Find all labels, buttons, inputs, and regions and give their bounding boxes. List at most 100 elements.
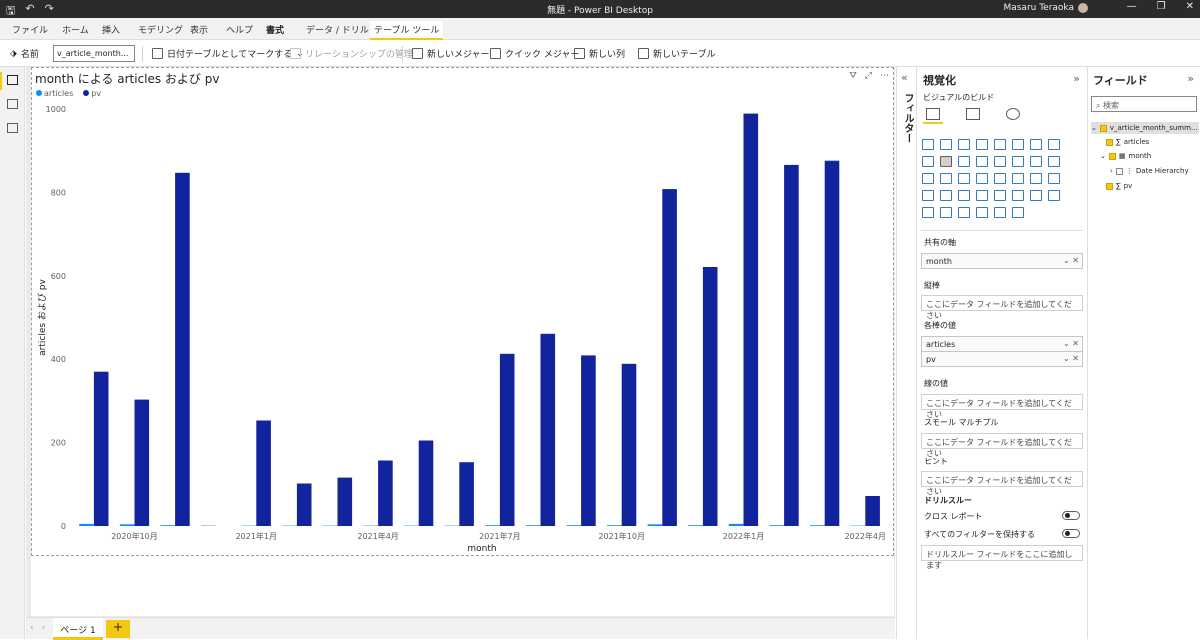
visual-type-icon[interactable]: [1012, 190, 1024, 201]
report-view-icon[interactable]: [7, 75, 18, 85]
visual-type-icon[interactable]: [1048, 190, 1060, 201]
tab-help[interactable]: ヘルプ: [226, 23, 253, 36]
field-articles[interactable]: ∑ articles: [1106, 138, 1149, 146]
tab-table-tools[interactable]: テーブル ツール: [370, 21, 443, 40]
build-visual-tab[interactable]: [923, 106, 943, 124]
model-view-icon[interactable]: [7, 123, 18, 133]
tab-file[interactable]: ファイル: [12, 23, 48, 36]
tab-view[interactable]: 表示: [190, 23, 208, 36]
prev-page-icon[interactable]: ‹: [30, 623, 34, 633]
line-values-drop[interactable]: ここにデータ フィールドを追加してください: [921, 394, 1083, 410]
small-multiples-drop[interactable]: ここにデータ フィールドを追加してください: [921, 433, 1083, 449]
visual-type-icon[interactable]: [940, 156, 952, 167]
visual-type-icon[interactable]: [922, 190, 934, 201]
y-well-pv[interactable]: pv⌄ ✕: [921, 351, 1083, 367]
tab-insert[interactable]: 挿入: [102, 23, 120, 36]
visual-type-icon[interactable]: [976, 156, 988, 167]
visual-type-icon[interactable]: [1030, 139, 1042, 150]
visual-type-icon[interactable]: [940, 139, 952, 150]
visual-type-icon[interactable]: [976, 139, 988, 150]
table-name-input[interactable]: v_article_month...: [53, 45, 135, 62]
clustered-column-chart[interactable]: month による articles および pv ⛛ ⤢ ⋯ articles…: [31, 67, 894, 556]
visual-type-icon[interactable]: [940, 207, 952, 218]
visual-type-icon[interactable]: [922, 156, 934, 167]
visual-type-icon[interactable]: [940, 190, 952, 201]
visual-type-icon[interactable]: [976, 173, 988, 184]
visual-type-icon[interactable]: [994, 139, 1006, 150]
visual-type-icon[interactable]: [922, 139, 934, 150]
bar-articles: [485, 525, 500, 526]
collapse-chevron-icon[interactable]: »: [1073, 72, 1080, 85]
mark-date-table-button[interactable]: 日付テーブルとしてマークする ⌄: [152, 47, 304, 60]
visual-type-icon[interactable]: [958, 190, 970, 201]
visual-type-icon[interactable]: [976, 207, 988, 218]
fields-search-input[interactable]: ⌕ 検索: [1091, 96, 1197, 112]
add-page-button[interactable]: +: [106, 620, 130, 638]
visual-type-icon[interactable]: [1012, 139, 1024, 150]
visual-type-icon[interactable]: [1048, 173, 1060, 184]
format-visual-tab[interactable]: [963, 106, 983, 124]
new-measure-button[interactable]: 新しいメジャー: [412, 47, 490, 60]
collapse-chevron-icon[interactable]: »: [1187, 72, 1194, 85]
visual-type-icon[interactable]: [940, 173, 952, 184]
y-well-articles[interactable]: articles⌄ ✕: [921, 336, 1083, 352]
analytics-tab[interactable]: [1003, 106, 1023, 124]
remove-field-icon[interactable]: ⌄ ✕: [1063, 354, 1079, 363]
next-page-icon[interactable]: ›: [42, 623, 46, 633]
visual-type-icon[interactable]: [922, 173, 934, 184]
data-view-icon[interactable]: [7, 99, 18, 109]
field-checkbox[interactable]: [1109, 153, 1116, 160]
field-checkbox[interactable]: [1106, 139, 1113, 146]
close-icon[interactable]: ✕: [1186, 1, 1194, 12]
field-checkbox[interactable]: [1106, 183, 1113, 190]
visual-type-icon[interactable]: [958, 173, 970, 184]
visual-type-icon[interactable]: [994, 173, 1006, 184]
visual-type-icon[interactable]: [994, 156, 1006, 167]
visual-type-icon[interactable]: [922, 207, 934, 218]
visual-type-icon[interactable]: [1048, 139, 1060, 150]
field-checkbox[interactable]: [1116, 168, 1123, 175]
visual-type-icon[interactable]: [1030, 173, 1042, 184]
minimize-icon[interactable]: —: [1127, 1, 1137, 12]
field-pv[interactable]: ∑ pv: [1106, 182, 1132, 190]
bar-articles: [648, 524, 663, 526]
remove-field-icon[interactable]: ⌄ ✕: [1063, 256, 1079, 265]
tab-modeling[interactable]: モデリング: [138, 23, 183, 36]
table-node[interactable]: ⌄ v_article_month_summ...: [1091, 122, 1199, 134]
expand-chevron-icon[interactable]: «: [901, 71, 908, 84]
remove-field-icon[interactable]: ⌄ ✕: [1063, 339, 1079, 348]
visual-type-icon[interactable]: [1030, 190, 1042, 201]
visual-type-icon[interactable]: [1030, 156, 1042, 167]
page-tab-1[interactable]: ページ 1: [53, 618, 103, 640]
column-values-drop[interactable]: ここにデータ フィールドを追加してください: [921, 295, 1083, 311]
visual-type-icon[interactable]: [958, 139, 970, 150]
visual-type-icon[interactable]: [976, 190, 988, 201]
filters-pane-collapsed[interactable]: « フィルター: [896, 67, 916, 639]
tab-format[interactable]: 書式: [266, 23, 284, 36]
cross-report-toggle[interactable]: [1062, 511, 1080, 520]
new-table-button[interactable]: 新しいテーブル: [638, 47, 715, 60]
tab-data-drill[interactable]: データ / ドリル: [306, 23, 369, 36]
tooltips-drop[interactable]: ここにデータ フィールドを追加してください: [921, 471, 1083, 487]
visual-type-icon[interactable]: [994, 207, 1006, 218]
shared-axis-well[interactable]: month⌄ ✕: [921, 253, 1083, 269]
new-column-button[interactable]: 新しい列: [574, 47, 625, 60]
drillthrough-drop[interactable]: ドリルスルー フィールドをここに追加します: [921, 545, 1083, 561]
visual-type-icon[interactable]: [1012, 173, 1024, 184]
quick-measure-button[interactable]: クイック メジャー: [490, 47, 579, 60]
visual-type-icon[interactable]: [1048, 156, 1060, 167]
user-account[interactable]: Masaru Teraoka: [1003, 3, 1088, 13]
visual-type-icon[interactable]: [1012, 156, 1024, 167]
shared-axis-label: 共有の軸: [924, 237, 956, 248]
tab-home[interactable]: ホーム: [62, 23, 89, 36]
field-month[interactable]: ⌄ ▦ month: [1100, 152, 1151, 160]
restore-icon[interactable]: ❐: [1157, 1, 1166, 12]
visual-type-icon[interactable]: [958, 207, 970, 218]
manage-relationships-button[interactable]: リレーションシップの管理: [290, 47, 413, 60]
keep-filters-toggle[interactable]: [1062, 529, 1080, 538]
visual-type-icon[interactable]: [958, 156, 970, 167]
visual-type-icon[interactable]: [1012, 207, 1024, 218]
field-date-hierarchy[interactable]: › ⋮ Date Hierarchy: [1110, 167, 1189, 175]
visual-type-icon[interactable]: [994, 190, 1006, 201]
table-checkbox[interactable]: [1100, 125, 1107, 132]
